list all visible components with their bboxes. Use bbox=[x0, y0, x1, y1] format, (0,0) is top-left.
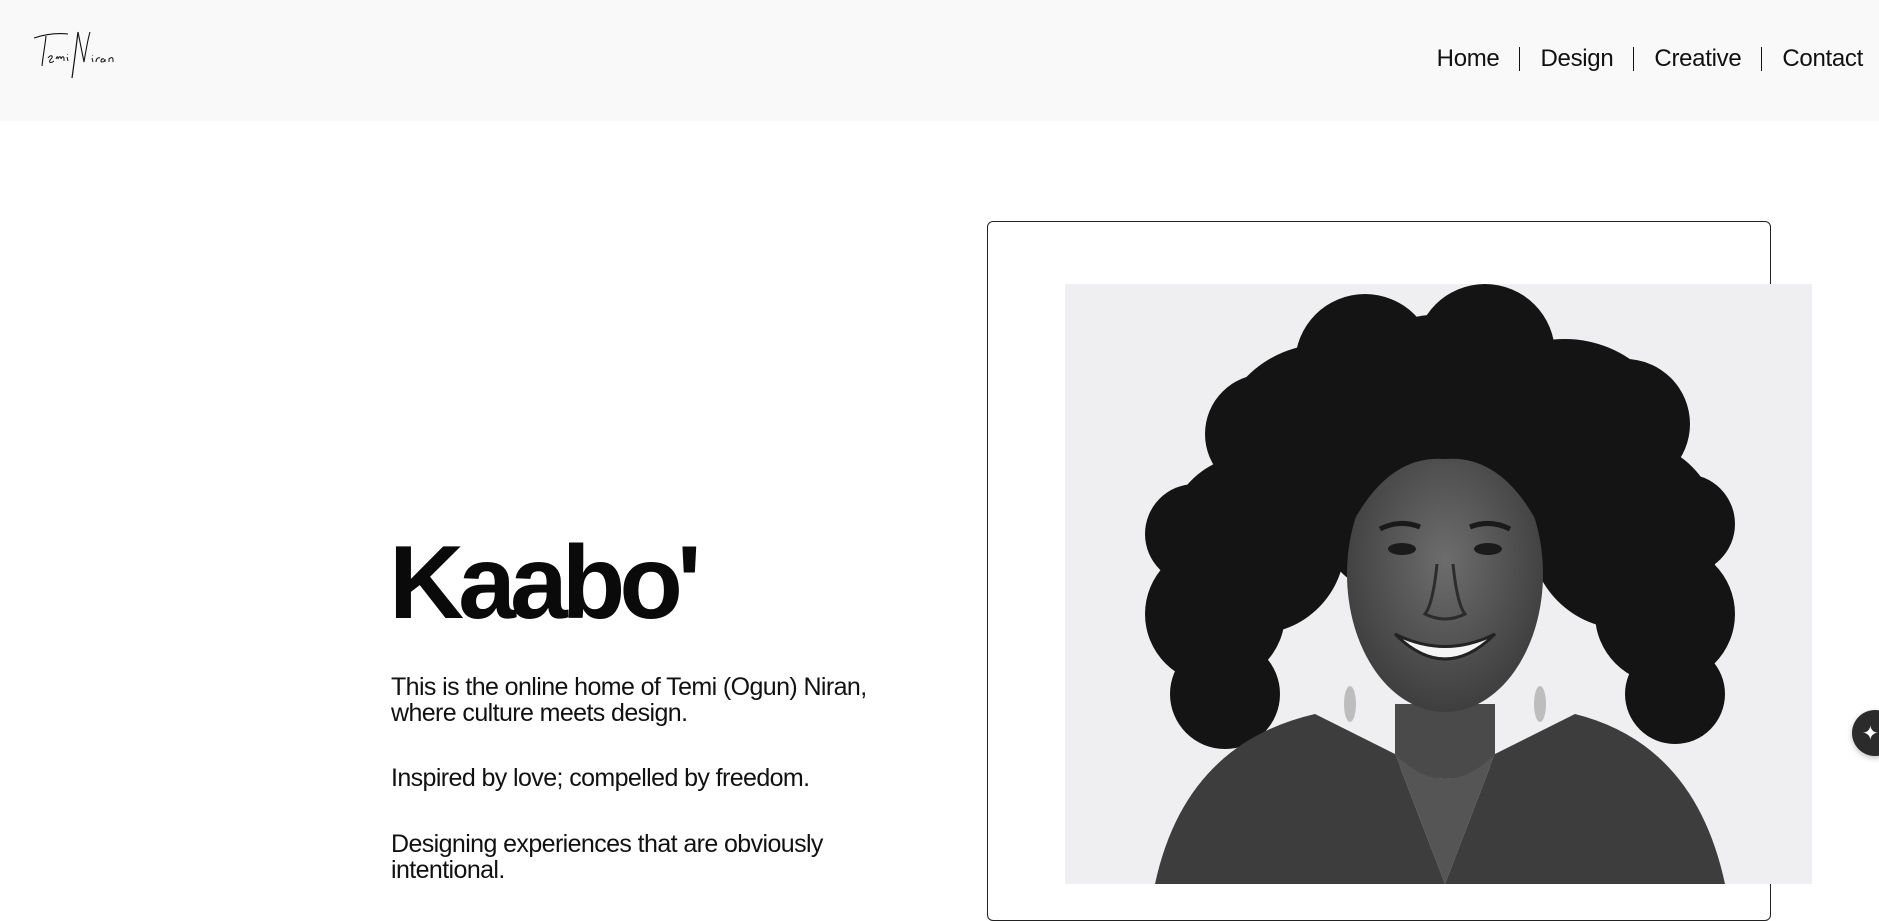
site-header: Home Design Creative Contact bbox=[0, 0, 1879, 121]
nav-home-link[interactable]: Home bbox=[1417, 42, 1520, 76]
floating-action-button[interactable]: ✦ bbox=[1852, 710, 1879, 756]
site-logo[interactable] bbox=[32, 28, 128, 84]
portrait-illustration bbox=[1065, 284, 1812, 884]
signature-logo-icon bbox=[33, 31, 114, 79]
hero-title: Kaabo' bbox=[389, 525, 702, 641]
nav-design-link[interactable]: Design bbox=[1520, 42, 1633, 76]
nav-contact-link[interactable]: Contact bbox=[1762, 42, 1863, 76]
portrait-photo bbox=[1065, 284, 1812, 884]
main-nav: Home Design Creative Contact bbox=[1417, 42, 1864, 76]
mission-paragraph: Designing experiences that are obviously… bbox=[391, 830, 823, 884]
sparkle-icon: ✦ bbox=[1862, 722, 1879, 745]
nav-creative-link[interactable]: Creative bbox=[1634, 42, 1761, 76]
tagline-paragraph: Inspired by love; compelled by freedom. bbox=[391, 764, 810, 792]
intro-paragraph: This is the online home of Temi (Ogun) N… bbox=[391, 673, 867, 727]
